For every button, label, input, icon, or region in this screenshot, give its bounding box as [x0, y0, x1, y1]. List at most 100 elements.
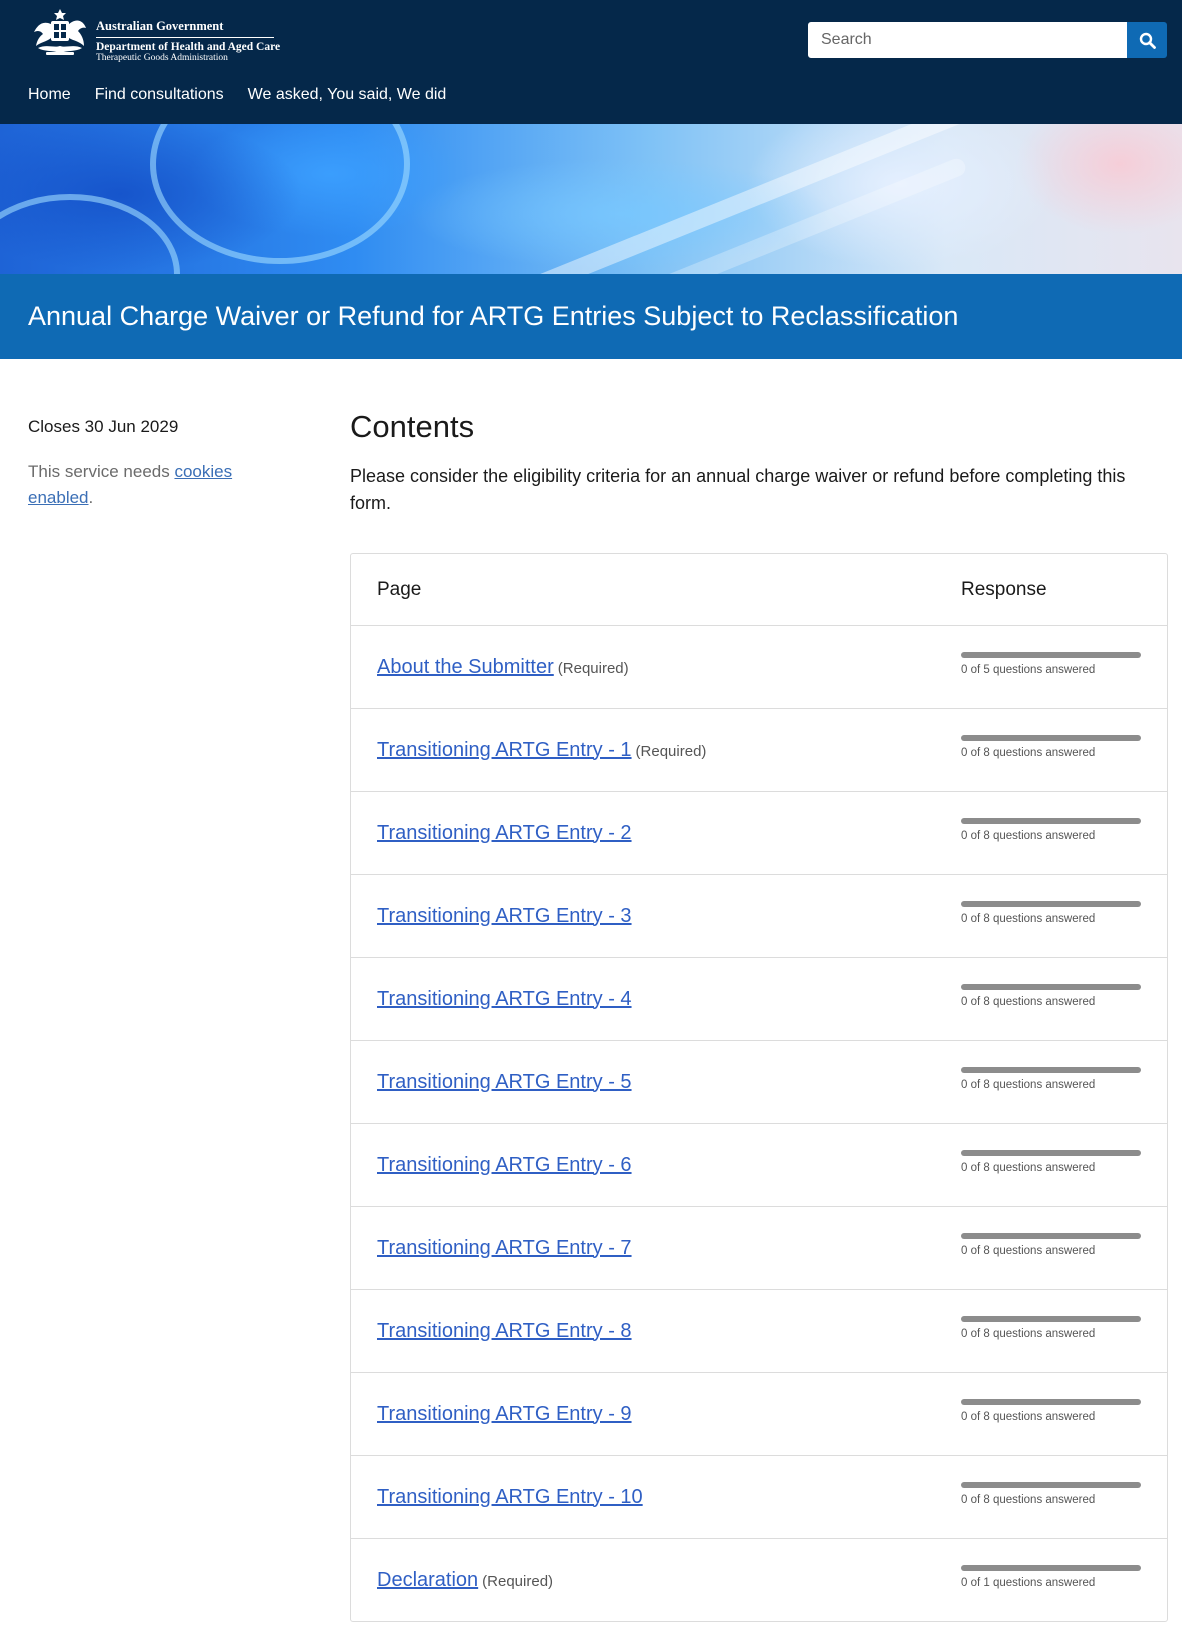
intro-text: Please consider the eligibility criteria… [350, 466, 1126, 513]
government-logo[interactable]: Australian Government Department of Heal… [28, 8, 280, 63]
response-cell: 0 of 8 questions answered [961, 1399, 1141, 1423]
page-cell: Transitioning ARTG Entry - 10 [351, 1486, 961, 1509]
table-row: Transitioning ARTG Entry - 2 0 of 8 quest… [351, 792, 1167, 875]
site-header: Australian Government Department of Heal… [0, 0, 1182, 124]
progress-text: 0 of 8 questions answered [961, 996, 1096, 1008]
page-cell: Transitioning ARTG Entry - 8 [351, 1320, 961, 1343]
closing-date: Closes 30 Jun 2029 [28, 417, 179, 436]
page-cell: Transitioning ARTG Entry - 9 [351, 1403, 961, 1426]
page-cell: Transitioning ARTG Entry - 3 [351, 905, 961, 928]
table-body: About the Submitter (Required) 0 of 5 ques… [351, 626, 1167, 1621]
table-header: Page Response [351, 554, 1167, 626]
response-cell: 0 of 8 questions answered [961, 901, 1141, 925]
table-row: Transitioning ARTG Entry - 5 0 of 8 quest… [351, 1041, 1167, 1124]
column-header-page: Page [377, 578, 422, 600]
contents-heading: Contents [350, 409, 475, 444]
progress-bar [961, 1150, 1141, 1156]
response-cell: 0 of 8 questions answered [961, 984, 1141, 1008]
contents-section: Contents Please consider the eligibility… [350, 409, 1168, 1622]
table-row: About the Submitter (Required) 0 of 5 ques… [351, 626, 1167, 709]
page-cell: Transitioning ARTG Entry - 6 [351, 1154, 961, 1177]
page-link[interactable]: Transitioning ARTG Entry - 1 [377, 739, 632, 761]
progress-text: 0 of 8 questions answered [961, 747, 1096, 759]
main-nav: Home Find consultations We asked, You sa… [28, 86, 470, 104]
table-row: Transitioning ARTG Entry - 7 0 of 8 quest… [351, 1207, 1167, 1290]
response-cell: 0 of 5 questions answered [961, 652, 1141, 676]
progress-bar [961, 652, 1141, 658]
page-link[interactable]: Declaration [377, 1569, 478, 1591]
contents-table: Page Response About the Submitter (Requir… [350, 553, 1168, 1622]
table-row: Transitioning ARTG Entry - 10 0 of 8 ques… [351, 1456, 1167, 1539]
page-title: Annual Charge Waiver or Refund for ARTG … [28, 301, 959, 331]
cookies-notice: This service needs cookies enabled. [28, 459, 268, 511]
page-link[interactable]: Transitioning ARTG Entry - 2 [377, 822, 632, 844]
page-link[interactable]: About the Submitter [377, 656, 554, 678]
page-link[interactable]: Transitioning ARTG Entry - 7 [377, 1237, 632, 1259]
page-link[interactable]: Transitioning ARTG Entry - 10 [377, 1486, 643, 1508]
response-cell: 0 of 8 questions answered [961, 1316, 1141, 1340]
progress-bar [961, 901, 1141, 907]
required-label: (Required) [557, 659, 629, 677]
agency-name: Therapeutic Goods Administration [96, 53, 228, 63]
search-input[interactable] [808, 22, 1127, 58]
cookies-notice-text: This service needs [28, 462, 175, 481]
search-form [808, 22, 1167, 58]
department-name: Department of Health and Aged Care [96, 41, 281, 53]
search-button[interactable] [1127, 22, 1167, 58]
table-row: Transitioning ARTG Entry - 6 0 of 8 quest… [351, 1124, 1167, 1207]
page-link[interactable]: Transitioning ARTG Entry - 9 [377, 1403, 632, 1425]
progress-bar [961, 818, 1141, 824]
progress-text: 0 of 8 questions answered [961, 913, 1096, 925]
nav-home-link[interactable]: Home [28, 86, 71, 104]
page-link[interactable]: Transitioning ARTG Entry - 4 [377, 988, 632, 1010]
progress-bar [961, 1067, 1141, 1073]
hero-banner-image [0, 124, 1182, 274]
progress-bar [961, 735, 1141, 741]
progress-text: 0 of 1 questions answered [961, 1577, 1096, 1589]
page-cell: Transitioning ARTG Entry - 2 [351, 822, 961, 845]
page-link[interactable]: Transitioning ARTG Entry - 3 [377, 905, 632, 927]
progress-text: 0 of 8 questions answered [961, 1079, 1096, 1091]
progress-text: 0 of 8 questions answered [961, 830, 1096, 842]
cookies-notice-suffix: . [88, 488, 94, 507]
progress-bar [961, 1565, 1141, 1571]
response-cell: 0 of 8 questions answered [961, 1067, 1141, 1091]
government-name: Australian Government Department of Heal… [96, 8, 280, 63]
table-row: Transitioning ARTG Entry - 3 0 of 8 quest… [351, 875, 1167, 958]
page-cell: Transitioning ARTG Entry - 1 (Required) [351, 739, 961, 762]
page-cell: Declaration (Required) [351, 1569, 961, 1592]
sidebar: Closes 30 Jun 2029 This service needs co… [28, 417, 268, 511]
nav-find-consultations-link[interactable]: Find consultations [95, 86, 224, 104]
page-cell: Transitioning ARTG Entry - 4 [351, 988, 961, 1011]
search-icon [1139, 32, 1156, 49]
response-cell: 0 of 8 questions answered [961, 1482, 1141, 1506]
progress-bar [961, 984, 1141, 990]
hero-decoration [0, 194, 180, 274]
page-link[interactable]: Transitioning ARTG Entry - 6 [377, 1154, 632, 1176]
progress-text: 0 of 8 questions answered [961, 1245, 1096, 1257]
page-cell: About the Submitter (Required) [351, 656, 961, 679]
required-label: (Required) [635, 742, 707, 760]
commonwealth-crest-icon [34, 9, 86, 55]
progress-text: 0 of 8 questions answered [961, 1328, 1096, 1340]
required-label: (Required) [482, 1572, 554, 1590]
nav-we-asked-link[interactable]: We asked, You said, We did [248, 86, 447, 104]
gov-name-line: Australian Government [96, 19, 274, 38]
response-cell: 0 of 1 questions answered [961, 1565, 1141, 1589]
progress-text: 0 of 8 questions answered [961, 1162, 1096, 1174]
table-row: Transitioning ARTG Entry - 1 (Required) 0 … [351, 709, 1167, 792]
progress-bar [961, 1316, 1141, 1322]
title-band: Annual Charge Waiver or Refund for ARTG … [0, 274, 1182, 359]
table-row: Transitioning ARTG Entry - 8 0 of 8 quest… [351, 1290, 1167, 1373]
progress-text: 0 of 8 questions answered [961, 1494, 1096, 1506]
progress-text: 0 of 8 questions answered [961, 1411, 1096, 1423]
page-link[interactable]: Transitioning ARTG Entry - 8 [377, 1320, 632, 1342]
response-cell: 0 of 8 questions answered [961, 735, 1141, 759]
response-cell: 0 of 8 questions answered [961, 1233, 1141, 1257]
page-link[interactable]: Transitioning ARTG Entry - 5 [377, 1071, 632, 1093]
progress-text: 0 of 5 questions answered [961, 664, 1096, 676]
table-row: Transitioning ARTG Entry - 9 0 of 8 quest… [351, 1373, 1167, 1456]
page-cell: Transitioning ARTG Entry - 5 [351, 1071, 961, 1094]
progress-bar [961, 1233, 1141, 1239]
response-cell: 0 of 8 questions answered [961, 818, 1141, 842]
